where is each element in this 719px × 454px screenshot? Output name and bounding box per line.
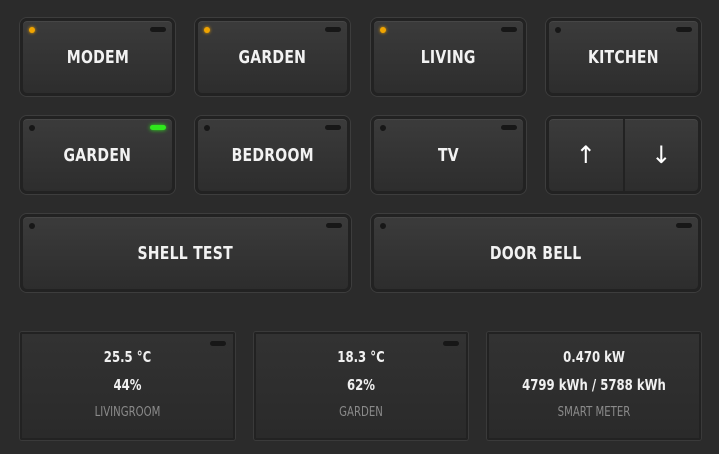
up-arrow-button[interactable]: ↑ (549, 119, 625, 191)
button-label: DOOR BELL (490, 242, 582, 264)
humidity-value: 62% (346, 376, 376, 394)
button-label: KITCHEN (588, 46, 659, 68)
status-led (380, 223, 386, 229)
indicator-slot (326, 223, 342, 228)
indicator-slot (501, 125, 517, 130)
garden-button[interactable]: GARDEN (195, 18, 350, 96)
sensor-name: SMART METER (557, 405, 631, 420)
garden-light-button[interactable]: GARDEN (20, 116, 175, 194)
indicator-slot (501, 27, 517, 32)
status-led (29, 27, 35, 33)
living-button[interactable]: LIVING (371, 18, 526, 96)
indicator-slot (443, 341, 459, 346)
indicator-slot (325, 27, 341, 32)
modem-button[interactable]: MODEM (20, 18, 175, 96)
blinds-control: ↑ ↓ (546, 116, 701, 194)
temperature-value: 18.3 °C (337, 348, 385, 366)
button-label: SHELL TEST (137, 242, 234, 264)
indicator-slot (676, 223, 692, 228)
status-led (555, 27, 561, 33)
down-arrow-button[interactable]: ↓ (625, 119, 699, 191)
button-label: GARDEN (238, 46, 307, 68)
button-label: TV (438, 144, 459, 166)
sensor-card-livingroom: 25.5 °C 44% LIVINGROOM (20, 332, 235, 440)
sensor-name: LIVINGROOM (94, 405, 161, 420)
button-label: MODEM (66, 46, 129, 68)
green-indicator (150, 125, 166, 130)
sensor-card-garden: 18.3 °C 62% GARDEN (254, 332, 468, 440)
door-bell-button[interactable]: DOOR BELL (371, 214, 701, 292)
control-panel: MODEM GARDEN LIVING KITCHEN GARDEN BEDRO… (0, 0, 719, 454)
power-value: 0.470 kW (563, 348, 625, 366)
energy-value: 4799 kWh / 5788 kWh (522, 376, 666, 394)
status-led (29, 223, 35, 229)
button-label: GARDEN (63, 144, 132, 166)
button-label: LIVING (421, 46, 476, 68)
shell-test-button[interactable]: SHELL TEST (20, 214, 351, 292)
indicator-slot (150, 27, 166, 32)
indicator-slot (325, 125, 341, 130)
kitchen-button[interactable]: KITCHEN (546, 18, 701, 96)
down-arrow-icon: ↓ (651, 141, 672, 169)
sensor-card-smart-meter: 0.470 kW 4799 kWh / 5788 kWh SMART METER (487, 332, 701, 440)
status-led (380, 27, 386, 33)
status-led (204, 27, 210, 33)
indicator-slot (676, 27, 692, 32)
status-led (204, 125, 210, 131)
temperature-value: 25.5 °C (103, 348, 152, 366)
status-led (380, 125, 386, 131)
up-arrow-icon: ↑ (575, 141, 596, 169)
button-label: BEDROOM (231, 144, 314, 166)
indicator-slot (210, 341, 226, 346)
humidity-value: 44% (113, 376, 142, 394)
bedroom-button[interactable]: BEDROOM (195, 116, 350, 194)
tv-button[interactable]: TV (371, 116, 526, 194)
sensor-name: GARDEN (339, 405, 383, 420)
status-led (29, 125, 35, 131)
